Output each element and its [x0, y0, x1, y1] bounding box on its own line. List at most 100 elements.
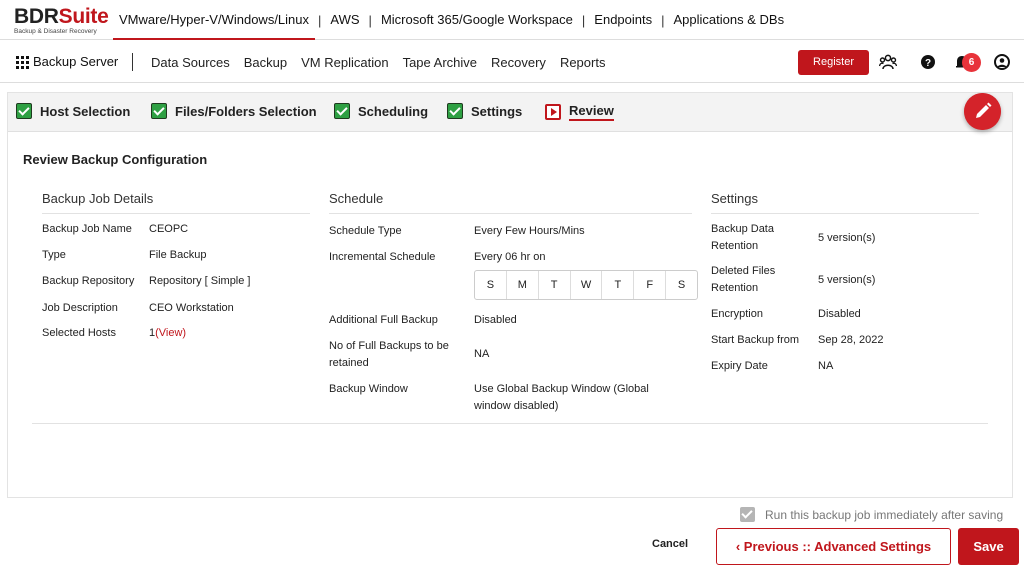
encryption-value: Disabled [818, 308, 861, 320]
product-tab-endpoints[interactable]: Endpoints [588, 0, 658, 40]
nav-separator: | [318, 12, 322, 28]
save-button[interactable]: Save [958, 528, 1019, 565]
step-label: Review [569, 103, 614, 121]
day-saturday[interactable]: S [666, 271, 697, 299]
nav-separator: | [368, 12, 372, 28]
day-friday[interactable]: F [634, 271, 667, 299]
run-immediately-option[interactable]: Run this backup job immediately after sa… [740, 507, 1003, 522]
product-nav: VMware/Hyper-V/Windows/Linux | AWS | Mic… [113, 0, 790, 40]
previous-button[interactable]: ‹ Previous :: Advanced Settings [716, 528, 951, 565]
encryption-label: Encryption [711, 308, 763, 320]
full-backups-retained-value: NA [474, 348, 490, 360]
job-description-label: Job Description [42, 302, 118, 314]
notification-badge[interactable]: 6 [962, 53, 981, 72]
full-backup-value: Disabled [474, 314, 517, 326]
job-description-value: CEO Workstation [149, 302, 234, 314]
help-icon[interactable]: ? [919, 53, 937, 71]
check-icon [151, 103, 167, 119]
nav-recovery[interactable]: Recovery [484, 55, 553, 70]
svg-text:?: ? [925, 58, 931, 69]
full-backups-retained-label: No of Full Backups to be retained [329, 340, 449, 369]
product-tab-m365[interactable]: Microsoft 365/Google Workspace [375, 0, 579, 40]
day-sunday[interactable]: S [475, 271, 507, 299]
step-host-selection[interactable]: Host Selection [16, 103, 130, 119]
step-label: Scheduling [358, 103, 429, 119]
nav-separator: | [661, 12, 665, 28]
data-retention-value: 5 version(s) [818, 232, 876, 244]
review-title: Review Backup Configuration [23, 152, 208, 167]
register-button[interactable]: Register [798, 50, 869, 75]
schedule-heading: Schedule [329, 191, 692, 214]
job-name-value: CEOPC [149, 223, 189, 235]
nav-backup[interactable]: Backup [237, 55, 294, 70]
module-bar: Backup Server Data Sources Backup VM Rep… [0, 41, 1024, 83]
wizard-panel: Host Selection Files/Folders Selection S… [7, 92, 1013, 498]
pencil-icon[interactable] [964, 93, 1001, 130]
logo-tagline: Backup & Disaster Recovery [14, 28, 97, 35]
day-tuesday[interactable]: T [539, 271, 571, 299]
schedule-type-value: Every Few Hours/Mins [474, 225, 585, 237]
type-value: File Backup [149, 249, 207, 261]
divider [32, 423, 988, 424]
bdrsuite-logo[interactable]: BDRSuite Backup & Disaster Recovery [14, 5, 109, 36]
step-settings[interactable]: Settings [447, 103, 522, 119]
day-thursday[interactable]: T [602, 271, 635, 299]
start-backup-value: Sep 28, 2022 [818, 334, 884, 346]
expiry-date-value: NA [818, 360, 834, 372]
backup-server-menu[interactable]: Backup Server [33, 54, 118, 69]
check-icon [447, 103, 463, 119]
logo-text-suite: Suite [58, 5, 109, 28]
start-backup-label: Start Backup from [711, 334, 800, 346]
view-hosts-link[interactable]: (View) [155, 327, 186, 339]
nav-tape-archive[interactable]: Tape Archive [396, 55, 484, 70]
nav-vm-replication[interactable]: VM Replication [294, 55, 395, 70]
selected-hosts-value: 1(View) [149, 325, 186, 342]
run-immediately-checkbox[interactable] [740, 507, 755, 522]
divider [132, 53, 133, 71]
nav-separator: | [581, 12, 586, 28]
incremental-schedule-value: Every 06 hr on [474, 251, 546, 263]
step-scheduling[interactable]: Scheduling [334, 103, 428, 119]
schedule-type-label: Schedule Type [329, 225, 402, 237]
selected-hosts-label: Selected Hosts [42, 327, 116, 339]
step-review[interactable]: Review [545, 103, 614, 121]
user-icon[interactable] [993, 53, 1011, 71]
product-tab-applications[interactable]: Applications & DBs [668, 0, 791, 40]
nav-reports[interactable]: Reports [553, 55, 613, 70]
full-backup-label: Additional Full Backup [329, 314, 438, 326]
run-immediately-label: Run this backup job immediately after sa… [765, 507, 1004, 522]
step-label: Host Selection [40, 103, 131, 119]
nav-data-sources[interactable]: Data Sources [144, 55, 237, 70]
deleted-files-retention-label: Deleted Files Retention [711, 265, 776, 294]
grid-icon[interactable] [16, 56, 29, 69]
job-name-label: Backup Job Name [42, 223, 132, 235]
day-wednesday[interactable]: W [571, 271, 603, 299]
module-nav: Data Sources Backup VM Replication Tape … [144, 41, 612, 83]
backup-window-value: Use Global Backup Window (Global window … [474, 383, 649, 412]
incremental-schedule-label: Incremental Schedule [329, 251, 436, 263]
weekday-selector: S M T W T F S [474, 270, 698, 300]
step-label: Settings [471, 103, 523, 119]
deleted-files-retention-value: 5 version(s) [818, 274, 876, 286]
backup-window-label: Backup Window [329, 383, 408, 395]
repository-label: Backup Repository [42, 275, 135, 287]
logo-text-bdr: BDR [14, 5, 59, 28]
repository-value: Repository [ Simple ] [149, 275, 251, 287]
expiry-date-label: Expiry Date [711, 360, 768, 372]
settings-heading: Settings [711, 191, 979, 214]
type-label: Type [42, 249, 66, 261]
users-icon[interactable] [879, 53, 897, 71]
product-tab-aws[interactable]: AWS [324, 0, 365, 40]
play-icon [545, 104, 561, 120]
check-icon [334, 103, 350, 119]
step-label: Files/Folders Selection [175, 103, 317, 119]
product-tab-vmware[interactable]: VMware/Hyper-V/Windows/Linux [113, 0, 316, 40]
top-bar: BDRSuite Backup & Disaster Recovery VMwa… [0, 0, 1024, 40]
wizard-steps: Host Selection Files/Folders Selection S… [8, 93, 1012, 132]
day-monday[interactable]: M [507, 271, 539, 299]
check-icon [16, 103, 32, 119]
cancel-button[interactable]: Cancel [652, 538, 688, 550]
job-details-heading: Backup Job Details [42, 191, 310, 214]
data-retention-label: Backup Data Retention [711, 223, 774, 252]
step-files-folders-selection[interactable]: Files/Folders Selection [151, 103, 317, 119]
